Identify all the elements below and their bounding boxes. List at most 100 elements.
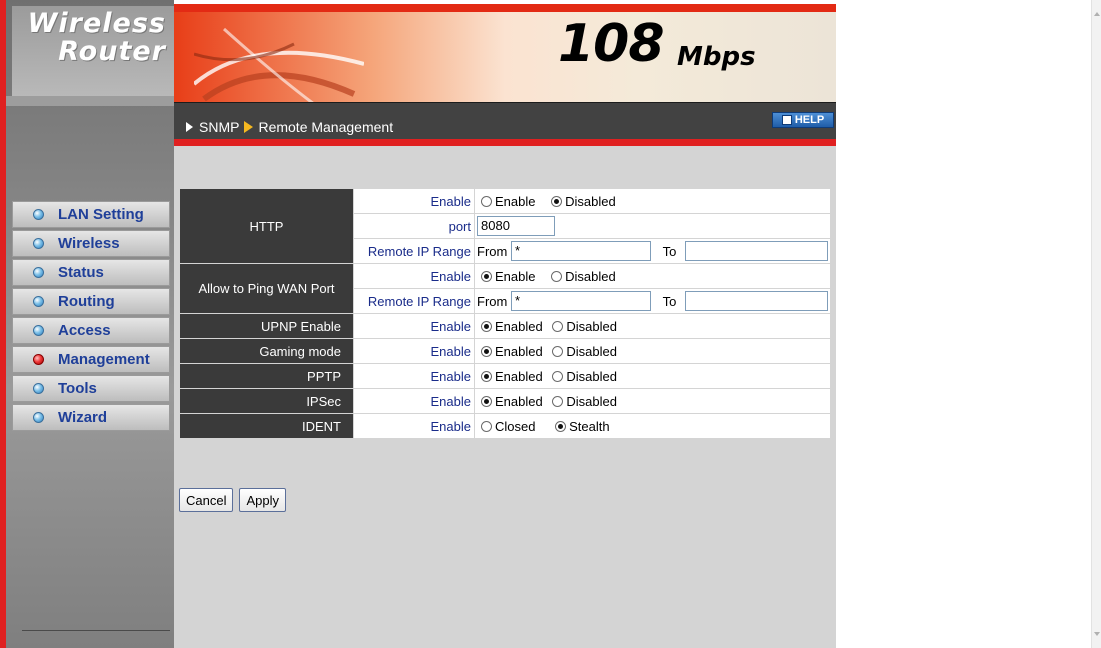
- http-port-cell: 8080: [475, 214, 830, 238]
- scroll-down-icon[interactable]: [1094, 632, 1100, 636]
- cancel-button[interactable]: Cancel: [179, 488, 234, 512]
- nav-item-label: LAN Setting: [58, 206, 144, 223]
- nav-item-label: Wireless: [58, 235, 120, 252]
- router-admin-frame: Wireless Router LAN Setting Wireless Sta…: [0, 0, 836, 648]
- nav-item-wireless[interactable]: Wireless: [12, 230, 170, 257]
- main-nav: LAN Setting Wireless Status Routing Acce…: [12, 201, 170, 433]
- left-sidebar: Wireless Router LAN Setting Wireless Sta…: [0, 0, 174, 648]
- ping-disabled-radio[interactable]: [551, 271, 563, 283]
- ping-enable-options: Enable Disabled: [475, 264, 830, 288]
- ping-to-ip-field[interactable]: [684, 291, 828, 311]
- ping-from-ip-field[interactable]: *: [510, 291, 651, 311]
- apply-button[interactable]: Apply: [239, 488, 286, 512]
- sidebar-stripe: [6, 96, 174, 106]
- radio-label: Disabled: [565, 194, 616, 210]
- radio-label: Disabled: [566, 344, 617, 360]
- gaming-enabled-radio[interactable]: [481, 346, 492, 358]
- nav-item-routing[interactable]: Routing: [12, 288, 170, 315]
- main-content: HTTP Enable Enable Disabled port 8080 Re…: [174, 146, 836, 648]
- nav-item-status[interactable]: Status: [12, 259, 170, 286]
- radio-label: Enable: [495, 194, 536, 210]
- upnp-label: UPNP Enable: [180, 314, 353, 338]
- arrow-icon: [244, 121, 254, 133]
- http-enable-radio[interactable]: [481, 196, 492, 208]
- header-red-bar: [174, 4, 836, 12]
- nav-item-tools[interactable]: Tools: [12, 375, 170, 402]
- table-row: IPSec Enable Enabled Disabled: [180, 389, 830, 413]
- radio-label: Enabled: [495, 319, 543, 335]
- help-label: HELP: [794, 114, 825, 126]
- ident-stealth-radio[interactable]: [555, 421, 567, 433]
- header-banner: 108 Mbps: [174, 4, 836, 102]
- scroll-up-icon[interactable]: [1094, 12, 1100, 16]
- gaming-label: Gaming mode: [180, 339, 353, 363]
- field-label: Enable: [354, 314, 474, 338]
- radio-label: Disabled: [566, 394, 617, 410]
- field-label: Enable: [354, 339, 474, 363]
- field-label: Enable: [354, 389, 474, 413]
- nav-item-wizard[interactable]: Wizard: [12, 404, 170, 431]
- from-label: From: [477, 243, 508, 259]
- header-separator: [174, 139, 836, 146]
- http-from-ip-field[interactable]: *: [510, 241, 651, 261]
- logo-line2: Router: [58, 36, 166, 67]
- upnp-disabled-radio[interactable]: [552, 321, 564, 333]
- http-port-field[interactable]: 8080: [477, 216, 555, 236]
- http-enable-options: Enable Disabled: [475, 189, 830, 213]
- bullet-icon: [33, 383, 44, 394]
- table-row: HTTP Enable Enable Disabled: [180, 189, 830, 263]
- table-row: UPNP Enable Enable Enabled Disabled: [180, 314, 830, 338]
- radio-label: Stealth: [569, 419, 610, 435]
- ping-range-cell: From * To: [475, 289, 830, 313]
- ident-label: IDENT: [180, 414, 353, 438]
- ipsec-enabled-radio[interactable]: [481, 396, 492, 408]
- active-bullet-icon: [33, 354, 44, 365]
- upnp-options: Enabled Disabled: [475, 314, 830, 338]
- speed-unit: Mbps: [677, 42, 756, 72]
- swoosh-graphic-icon: [194, 27, 364, 102]
- upnp-enabled-radio[interactable]: [481, 321, 492, 333]
- table-row: PPTP Enable Enabled Disabled: [180, 364, 830, 388]
- ident-closed-radio[interactable]: [481, 421, 492, 433]
- http-range-cell: From * To: [475, 239, 830, 263]
- arrow-icon: [186, 122, 193, 132]
- bullet-icon: [33, 412, 44, 423]
- gaming-options: Enabled Disabled: [475, 339, 830, 363]
- gaming-disabled-radio[interactable]: [552, 346, 564, 358]
- vertical-scrollbar[interactable]: [1091, 0, 1101, 648]
- title-bar: SNMP Remote Management HELP: [174, 102, 836, 140]
- http-disabled-radio[interactable]: [551, 196, 563, 208]
- form-buttons: Cancel Apply: [179, 488, 286, 512]
- pptp-disabled-radio[interactable]: [552, 371, 564, 383]
- pptp-options: Enabled Disabled: [475, 364, 830, 388]
- table-row: Allow to Ping WAN Port Enable Enable Dis…: [180, 264, 830, 313]
- table-row: IDENT Enable Closed Stealth: [180, 414, 830, 438]
- from-label: From: [477, 293, 508, 309]
- nav-item-label: Tools: [58, 380, 97, 397]
- nav-item-access[interactable]: Access: [12, 317, 170, 344]
- radio-label: Enabled: [495, 369, 543, 385]
- field-label: Remote IP Range: [354, 289, 474, 313]
- speed-number: 108: [558, 14, 665, 74]
- ipsec-disabled-radio[interactable]: [552, 396, 564, 408]
- field-label: Remote IP Range: [354, 239, 474, 263]
- nav-item-label: Routing: [58, 293, 115, 310]
- nav-item-label: Status: [58, 264, 104, 281]
- bullet-icon: [33, 209, 44, 220]
- to-label: To: [662, 243, 677, 259]
- http-to-ip-field[interactable]: [684, 241, 828, 261]
- radio-label: Closed: [495, 419, 536, 435]
- logo-line1: Wireless: [27, 8, 166, 39]
- nav-item-management[interactable]: Management: [12, 346, 170, 373]
- help-button[interactable]: HELP: [772, 112, 834, 128]
- radio-label: Enabled: [495, 394, 543, 410]
- nav-item-lan-setting[interactable]: LAN Setting: [12, 201, 170, 228]
- nav-item-label: Management: [58, 351, 150, 368]
- field-label: Enable: [354, 364, 474, 388]
- table-row: Gaming mode Enable Enabled Disabled: [180, 339, 830, 363]
- pptp-enabled-radio[interactable]: [481, 371, 492, 383]
- field-label: port: [354, 214, 474, 238]
- nav-item-label: Access: [58, 322, 111, 339]
- ping-enable-radio[interactable]: [481, 271, 492, 283]
- nav-item-label: Wizard: [58, 409, 108, 426]
